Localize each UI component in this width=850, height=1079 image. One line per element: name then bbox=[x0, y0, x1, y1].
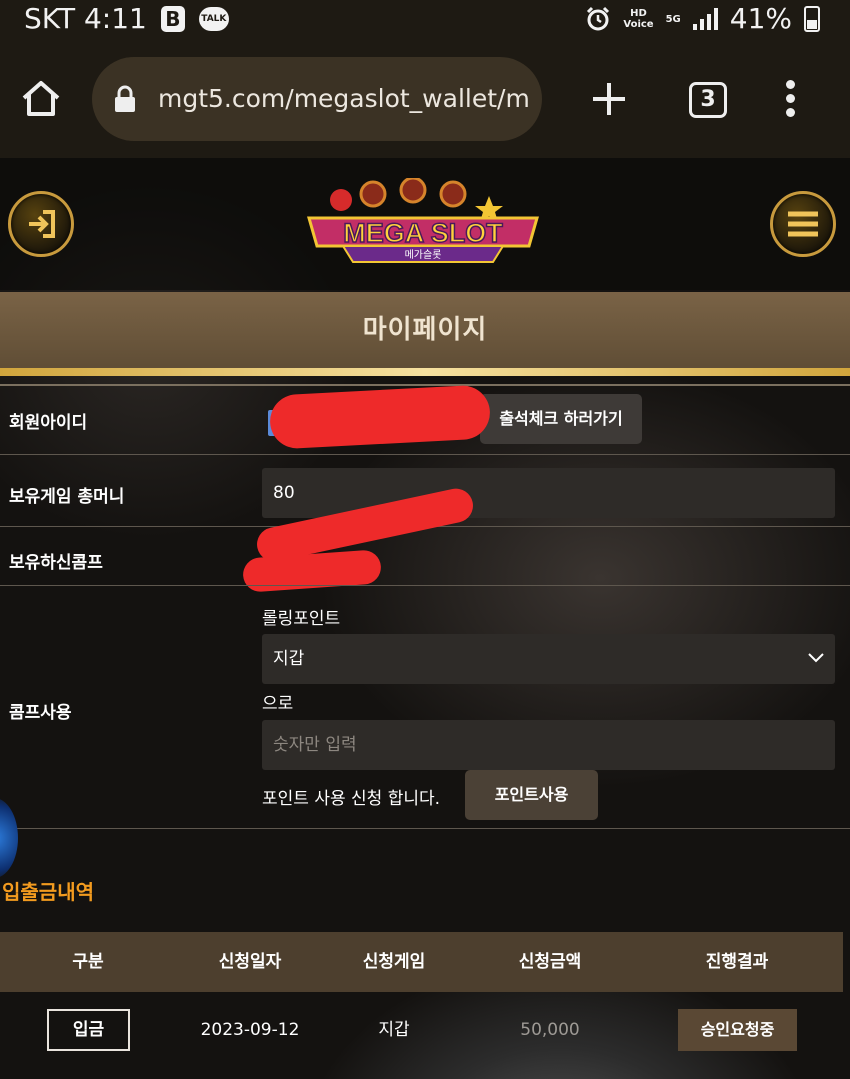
signal-icon bbox=[692, 8, 718, 30]
game-money-label: 보유게임 총머니 bbox=[9, 487, 125, 507]
attendance-check-button[interactable]: 출석체크 하러가기 bbox=[480, 394, 642, 444]
col-game: 신청게임 bbox=[362, 952, 426, 972]
col-result: 진행결과 bbox=[705, 952, 769, 972]
history-title: 입출금내역 bbox=[2, 880, 94, 904]
comp-use-label: 콤프사용 bbox=[9, 703, 72, 723]
wallet-select-value: 지갑 bbox=[273, 649, 305, 669]
kakaotalk-icon: TALK bbox=[198, 7, 229, 31]
logo-subtext: 메가슬롯 bbox=[405, 249, 442, 261]
apply-text: 포인트 사용 신청 합니다. bbox=[262, 789, 441, 809]
row-divider bbox=[0, 828, 850, 829]
type-badge: 입금 bbox=[47, 1009, 130, 1051]
status-badge: 승인요청중 bbox=[678, 1009, 797, 1051]
page-title: 마이페이지 bbox=[0, 292, 850, 370]
alarm-icon bbox=[587, 6, 610, 31]
row-divider bbox=[0, 585, 850, 586]
logo-text: MEGA SLOT bbox=[343, 218, 503, 248]
hamburger-icon bbox=[788, 211, 818, 237]
member-id-label: 회원아이디 bbox=[9, 413, 88, 433]
b-app-icon: B bbox=[160, 6, 185, 32]
col-type: 구분 bbox=[72, 952, 104, 972]
to-label: 으로 bbox=[262, 694, 294, 714]
floating-chat-bubble[interactable] bbox=[0, 798, 18, 878]
megaslot-logo[interactable]: MEGA SLOT 메가슬롯 bbox=[303, 178, 543, 278]
browser-toolbar: mgt5.com/megaslot_wallet/m 3 bbox=[0, 40, 850, 158]
network-type-icon: 5G bbox=[665, 13, 681, 25]
site-header: MEGA SLOT 메가슬롯 bbox=[0, 158, 850, 290]
row-date: 2023-09-12 bbox=[200, 1020, 300, 1040]
row-amount: 50,000 bbox=[520, 1020, 580, 1040]
login-button[interactable] bbox=[8, 191, 74, 257]
col-amount: 신청금액 bbox=[518, 952, 582, 972]
login-arrow-icon bbox=[29, 210, 55, 238]
gold-divider bbox=[0, 368, 850, 376]
carrier-time: SKT 4:11 bbox=[24, 2, 147, 35]
comp-label: 보유하신콤프 bbox=[9, 553, 103, 573]
rolling-point-label: 롤링포인트 bbox=[262, 609, 341, 629]
address-bar[interactable]: mgt5.com/megaslot_wallet/m bbox=[92, 57, 542, 141]
home-icon[interactable] bbox=[20, 78, 62, 120]
hd-voice-icon: HD Voice bbox=[623, 8, 654, 30]
history-table-header: 구분 신청일자 신청게임 신청금액 진행결과 bbox=[0, 932, 843, 992]
menu-button[interactable] bbox=[770, 191, 836, 257]
more-menu-icon[interactable] bbox=[786, 80, 796, 120]
row-divider bbox=[0, 454, 850, 455]
row-game: 지갑 bbox=[378, 1020, 410, 1040]
redaction-mark bbox=[268, 384, 492, 450]
wallet-select[interactable]: 지갑 bbox=[262, 634, 835, 684]
point-amount-input[interactable]: 숫자만 입력 bbox=[262, 720, 835, 770]
new-tab-icon[interactable] bbox=[590, 80, 628, 118]
col-date: 신청일자 bbox=[218, 952, 282, 972]
tab-count-button[interactable]: 3 bbox=[689, 82, 727, 118]
divider bbox=[0, 384, 850, 386]
lock-icon bbox=[115, 85, 135, 112]
point-use-button[interactable]: 포인트사용 bbox=[465, 770, 598, 820]
status-bar: SKT 4:11 B TALK HD Voice 5G 41% bbox=[0, 0, 850, 40]
battery-icon bbox=[804, 6, 820, 32]
url-text: mgt5.com/megaslot_wallet/m bbox=[158, 84, 530, 113]
battery-percent: 41% bbox=[729, 2, 792, 35]
chevron-down-icon bbox=[808, 653, 824, 663]
page-content: MEGA SLOT 메가슬롯 마이페이지 회원아이디 출석체크 하러가기 보유게… bbox=[0, 158, 850, 1079]
